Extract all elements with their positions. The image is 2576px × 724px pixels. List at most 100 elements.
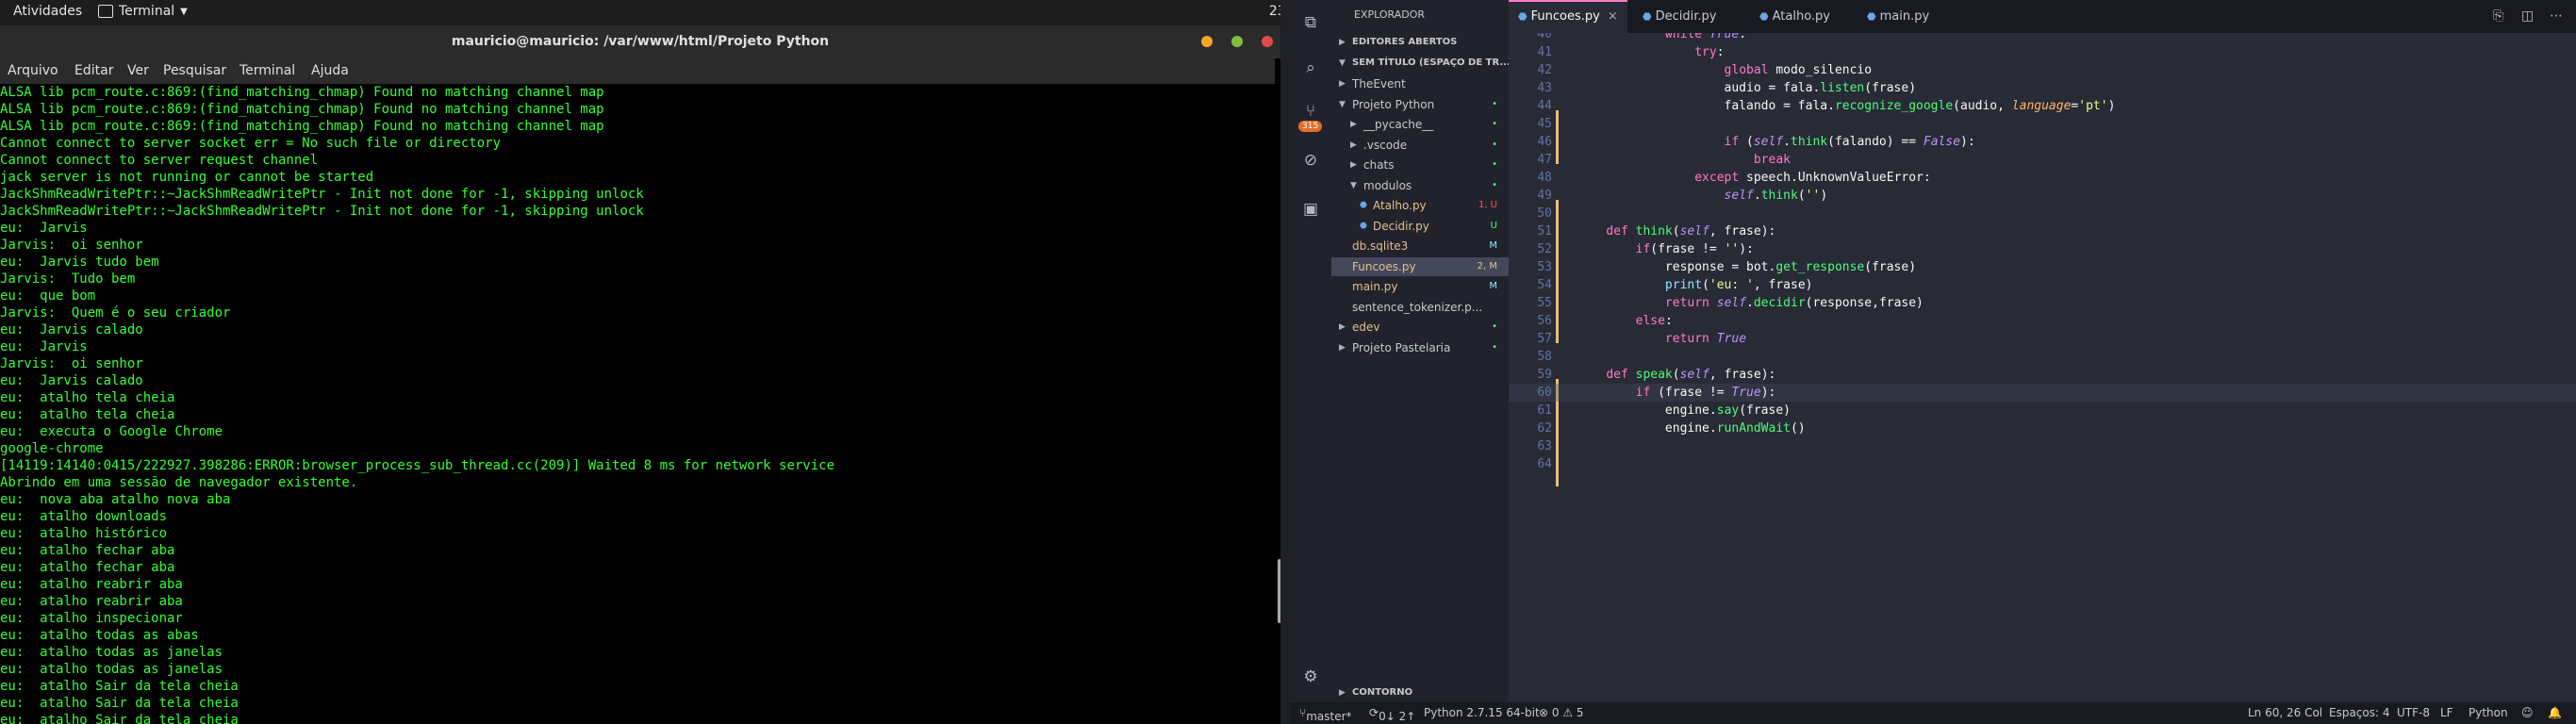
code-line[interactable]: 64 — [1509, 455, 2576, 473]
tree-item-label: edev — [1352, 321, 1380, 334]
indentation[interactable]: Espaços: 4 — [2329, 706, 2390, 719]
app-menu[interactable]: Terminal ▼ — [98, 4, 188, 19]
git-status-badge: 1, U — [1478, 200, 1497, 210]
chevron-down-icon: ▼ — [1350, 180, 1357, 190]
file-item[interactable]: ⬣ Decidir.py U — [1331, 217, 1509, 236]
code-line[interactable]: 48 except speech.UnknownValueError: — [1509, 169, 2576, 187]
terminal-line: [14119:14140:0415/222927.398286:ERROR:br… — [0, 458, 835, 473]
code-line[interactable]: 58 — [1509, 348, 2576, 366]
branch-indicator[interactable]: ⑂ master* — [1299, 706, 1352, 723]
folder-item[interactable]: ▶ __pycache__ • — [1331, 115, 1509, 134]
tab-funcoes[interactable]: ⬣ Funcoes.py × — [1509, 0, 1627, 33]
file-item[interactable]: ⬣ Atalho.py 1, U — [1331, 196, 1509, 215]
code-line[interactable]: 45 — [1509, 115, 2576, 133]
folder-item[interactable]: ▶ Projeto Pastelaria • — [1331, 338, 1509, 357]
debug-icon[interactable]: ⊘ — [1301, 151, 1320, 170]
folder-item[interactable]: ▶ .vscode • — [1331, 136, 1509, 155]
line-number: 56 — [1537, 314, 1552, 328]
tab-atalho[interactable]: ⬣ Atalho.py — [1750, 0, 1840, 33]
outline-section[interactable]: ▶ CONTORNO — [1331, 683, 1509, 702]
source-control-icon[interactable]: ⑂ — [1301, 102, 1320, 121]
file-item[interactable]: Funcoes.py 2, M — [1331, 256, 1509, 276]
menu-editar[interactable]: Editar — [74, 63, 113, 78]
code-line[interactable]: 50 — [1509, 205, 2576, 222]
folder-item[interactable]: ▼ modulos • — [1331, 176, 1509, 195]
folder-item[interactable]: ▶ chats • — [1331, 156, 1509, 174]
maximize-button[interactable] — [1231, 36, 1243, 47]
line-number: 60 — [1537, 386, 1552, 400]
code-line[interactable]: 61 engine.say(frase) — [1509, 402, 2576, 420]
code-line[interactable]: 60 if (frase != True): — [1509, 384, 2576, 402]
terminal-output[interactable]: ALSA lib pcm_route.c:869:(find_matching_… — [0, 84, 1273, 724]
code-line[interactable]: 59 def speak(self, frase): — [1509, 366, 2576, 384]
code-editor[interactable]: 40 while True: 41 try: 42 global modo_sile… — [1509, 33, 2576, 714]
minimize-button[interactable] — [1201, 36, 1213, 47]
code-line[interactable]: 52 if(frase != ''): — [1509, 240, 2576, 258]
folder-item[interactable]: ▶ edev • — [1331, 318, 1509, 337]
tab-label: Funcoes.py — [1530, 9, 1600, 24]
menu-ver[interactable]: Ver — [127, 63, 149, 78]
sync-indicator[interactable]: ⟳ 0↓ 2↑ — [1369, 706, 1415, 723]
code-line[interactable]: 42 global modo_silencio — [1509, 61, 2576, 79]
tree-item-label: chats — [1363, 158, 1395, 172]
git-status-badge: • — [1492, 341, 1497, 353]
line-number: 44 — [1537, 99, 1552, 113]
file-item[interactable]: sentence_tokenizer.p... — [1331, 298, 1509, 317]
code-line[interactable]: 43 audio = fala.listen(frase) — [1509, 79, 2576, 97]
menu-arquivo[interactable]: Arquivo — [8, 63, 58, 78]
menu-ajuda[interactable]: Ajuda — [311, 63, 349, 78]
eol[interactable]: LF — [2440, 706, 2453, 719]
code-line[interactable]: 41 try: — [1509, 43, 2576, 61]
split-editor-icon[interactable]: ◫ — [2521, 8, 2534, 24]
problems-indicator[interactable]: ⊗ 0 ⚠ 5 — [1539, 706, 1584, 719]
file-item[interactable]: db.sqlite3 M — [1331, 237, 1509, 255]
folder-item[interactable]: ▶ TheEvent — [1331, 74, 1509, 93]
code-line[interactable]: 40 while True: — [1509, 33, 2576, 43]
python-file-icon: ⬣ — [1643, 10, 1652, 23]
menu-terminal[interactable]: Terminal — [239, 63, 295, 78]
code-line[interactable]: 46 if (self.think(falando) == False): — [1509, 133, 2576, 151]
close-icon[interactable]: × — [1608, 9, 1618, 24]
code-line[interactable]: 54 print('eu: ', frase) — [1509, 276, 2576, 294]
folder-item[interactable]: ▼ Projeto Python • — [1331, 95, 1509, 114]
open-changes-icon[interactable]: ⎘ — [2493, 8, 2503, 24]
encoding[interactable]: UTF-8 — [2397, 706, 2430, 719]
activities-button[interactable]: Atividades — [13, 4, 82, 19]
terminal-line: Jarvis: Quem é o seu criador — [0, 305, 231, 321]
code-line[interactable]: 44 falando = fala.recognize_google(audio… — [1509, 97, 2576, 115]
code-line[interactable]: 63 — [1509, 437, 2576, 455]
code-line[interactable]: 56 else: — [1509, 312, 2576, 330]
more-actions-icon[interactable]: ⋯ — [2550, 8, 2563, 24]
menu-pesquisar[interactable]: Pesquisar — [163, 63, 226, 78]
search-icon[interactable]: ⌕ — [1301, 58, 1320, 77]
file-item[interactable]: main.py M — [1331, 277, 1509, 296]
tab-main[interactable]: ⬣ main.py — [1858, 0, 1939, 33]
workspace-section[interactable]: ▼ SEM TÍTULO (ESPAÇO DE TR... — [1331, 54, 1509, 73]
files-icon[interactable]: ⧉ — [1301, 13, 1320, 32]
chevron-right-icon: ▶ — [1339, 688, 1346, 698]
code-line[interactable]: 51 def think(self, frase): — [1509, 222, 2576, 240]
python-interpreter[interactable]: Python 2.7.15 64-bit — [1424, 706, 1540, 719]
cursor-position[interactable]: Ln 60, 26 Col — [2248, 706, 2322, 719]
code-line[interactable]: 62 engine.runAndWait() — [1509, 420, 2576, 437]
code-line[interactable]: 49 self.think('') — [1509, 187, 2576, 205]
extensions-icon[interactable]: ▣ — [1301, 200, 1320, 219]
gear-icon[interactable]: ⚙ — [1301, 667, 1320, 686]
close-button[interactable] — [1262, 36, 1273, 47]
line-number: 41 — [1537, 45, 1552, 59]
tab-decidir[interactable]: ⬣ Decidir.py — [1633, 0, 1726, 33]
smiley-icon[interactable]: ☺ — [2521, 706, 2534, 719]
terminal-icon — [98, 5, 113, 18]
code-line[interactable]: 57 return True — [1509, 330, 2576, 348]
python-file-icon: ⬣ — [1360, 221, 1367, 231]
open-editors-section[interactable]: ▶ EDITORES ABERTOS — [1331, 33, 1509, 52]
code-line[interactable]: 47 break — [1509, 151, 2576, 169]
tree-item-label: sentence_tokenizer.p... — [1352, 300, 1483, 314]
language-mode[interactable]: Python — [2469, 706, 2508, 719]
code-line[interactable]: 55 return self.decidir(response,frase) — [1509, 294, 2576, 312]
bell-icon[interactable]: 🔔 — [2548, 706, 2562, 719]
code-text: if(frase != ''): — [1635, 242, 1754, 256]
chevron-down-icon: ▼ — [1339, 99, 1346, 109]
code-line[interactable]: 53 response = bot.get_response(frase) — [1509, 258, 2576, 276]
line-number: 58 — [1537, 350, 1552, 364]
